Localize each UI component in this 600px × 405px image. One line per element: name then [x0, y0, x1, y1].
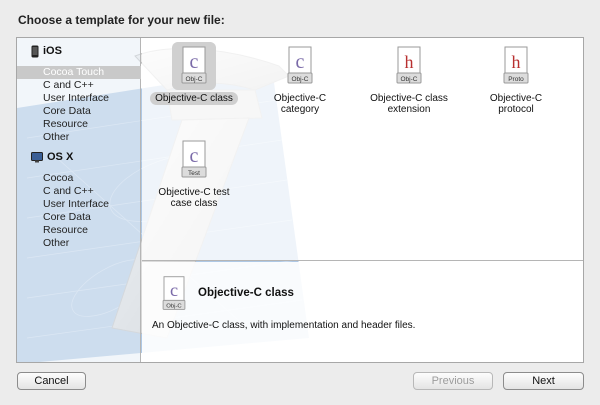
- objc-protocol-file-icon: h Proto: [503, 46, 529, 84]
- template-category-sidebar: iOS Cocoa Touch C and C++ User Interface…: [17, 38, 141, 362]
- sidebar-item-cocoa-touch[interactable]: Cocoa Touch: [17, 66, 141, 79]
- svg-text:Proto: Proto: [508, 76, 524, 83]
- sidebar-item-ios-c-and-cpp[interactable]: C and C++: [17, 79, 141, 92]
- template-label: Objective-C category: [273, 93, 327, 115]
- template-objective-c-protocol[interactable]: h Proto Objective-C protocol: [466, 42, 566, 116]
- sidebar-item-osx-core-data[interactable]: Core Data: [17, 211, 141, 224]
- description-text: An Objective-C class, with implementatio…: [152, 320, 416, 331]
- template-objective-c-category[interactable]: c Obj-C Objective-C category: [250, 42, 350, 116]
- sidebar-item-osx-resource[interactable]: Resource: [17, 224, 141, 237]
- cancel-button[interactable]: Cancel: [17, 372, 86, 390]
- objc-extension-file-icon: h Obj-C: [396, 46, 422, 84]
- description-title: Objective-C class: [198, 287, 294, 299]
- template-grid: c Obj-C Objective-C class c Obj-C Object…: [142, 38, 583, 261]
- template-label: Objective-C protocol: [489, 93, 543, 115]
- sidebar-item-ios-core-data[interactable]: Core Data: [17, 105, 141, 118]
- template-label: Objective-C class extension: [370, 93, 448, 115]
- template-objective-c-class[interactable]: c Obj-C Objective-C class: [144, 42, 244, 105]
- template-objective-c-test-case-class[interactable]: c Test Objective-C test case class: [144, 136, 244, 210]
- template-chooser-panel: iOS Cocoa Touch C and C++ User Interface…: [16, 37, 584, 363]
- iphone-icon: [31, 45, 39, 58]
- sidebar-item-osx-user-interface[interactable]: User Interface: [17, 198, 141, 211]
- template-objective-c-class-extension[interactable]: h Obj-C Objective-C class extension: [359, 42, 459, 116]
- platform-header-ios: iOS: [17, 42, 141, 60]
- sidebar-item-osx-other[interactable]: Other: [17, 237, 141, 250]
- svg-text:c: c: [190, 145, 199, 167]
- svg-text:Obj-C: Obj-C: [186, 76, 203, 83]
- svg-text:c: c: [170, 280, 178, 300]
- template-label: Objective-C class: [150, 92, 238, 105]
- objc-category-file-icon: c Obj-C: [287, 46, 313, 84]
- objc-class-file-icon: c Obj-C: [172, 42, 216, 90]
- next-button[interactable]: Next: [503, 372, 584, 390]
- previous-button[interactable]: Previous: [413, 372, 493, 390]
- sidebar-item-osx-c-and-cpp[interactable]: C and C++: [17, 185, 141, 198]
- sidebar-item-ios-resource[interactable]: Resource: [17, 118, 141, 131]
- sidebar-item-ios-other[interactable]: Other: [17, 131, 141, 144]
- svg-text:Obj-C: Obj-C: [401, 76, 418, 83]
- svg-text:Test: Test: [188, 170, 200, 177]
- template-description-panel: c Obj-C Objective-C class An Objective-C…: [142, 262, 583, 362]
- objc-class-file-icon: c Obj-C: [162, 276, 186, 310]
- objc-test-file-icon: c Test: [181, 140, 207, 178]
- sidebar-item-ios-user-interface[interactable]: User Interface: [17, 92, 141, 105]
- svg-text:h: h: [512, 52, 521, 72]
- platform-header-osx: OS X: [17, 148, 141, 166]
- dialog-title: Choose a template for your new file:: [18, 13, 225, 27]
- svg-text:c: c: [190, 51, 199, 73]
- mac-icon: [31, 151, 43, 163]
- svg-text:c: c: [296, 51, 305, 73]
- svg-text:Obj-C: Obj-C: [166, 304, 182, 310]
- sidebar-item-cocoa[interactable]: Cocoa: [17, 172, 141, 185]
- svg-text:h: h: [405, 52, 414, 72]
- svg-text:Obj-C: Obj-C: [292, 76, 309, 83]
- template-label: Objective-C test case class: [158, 187, 230, 209]
